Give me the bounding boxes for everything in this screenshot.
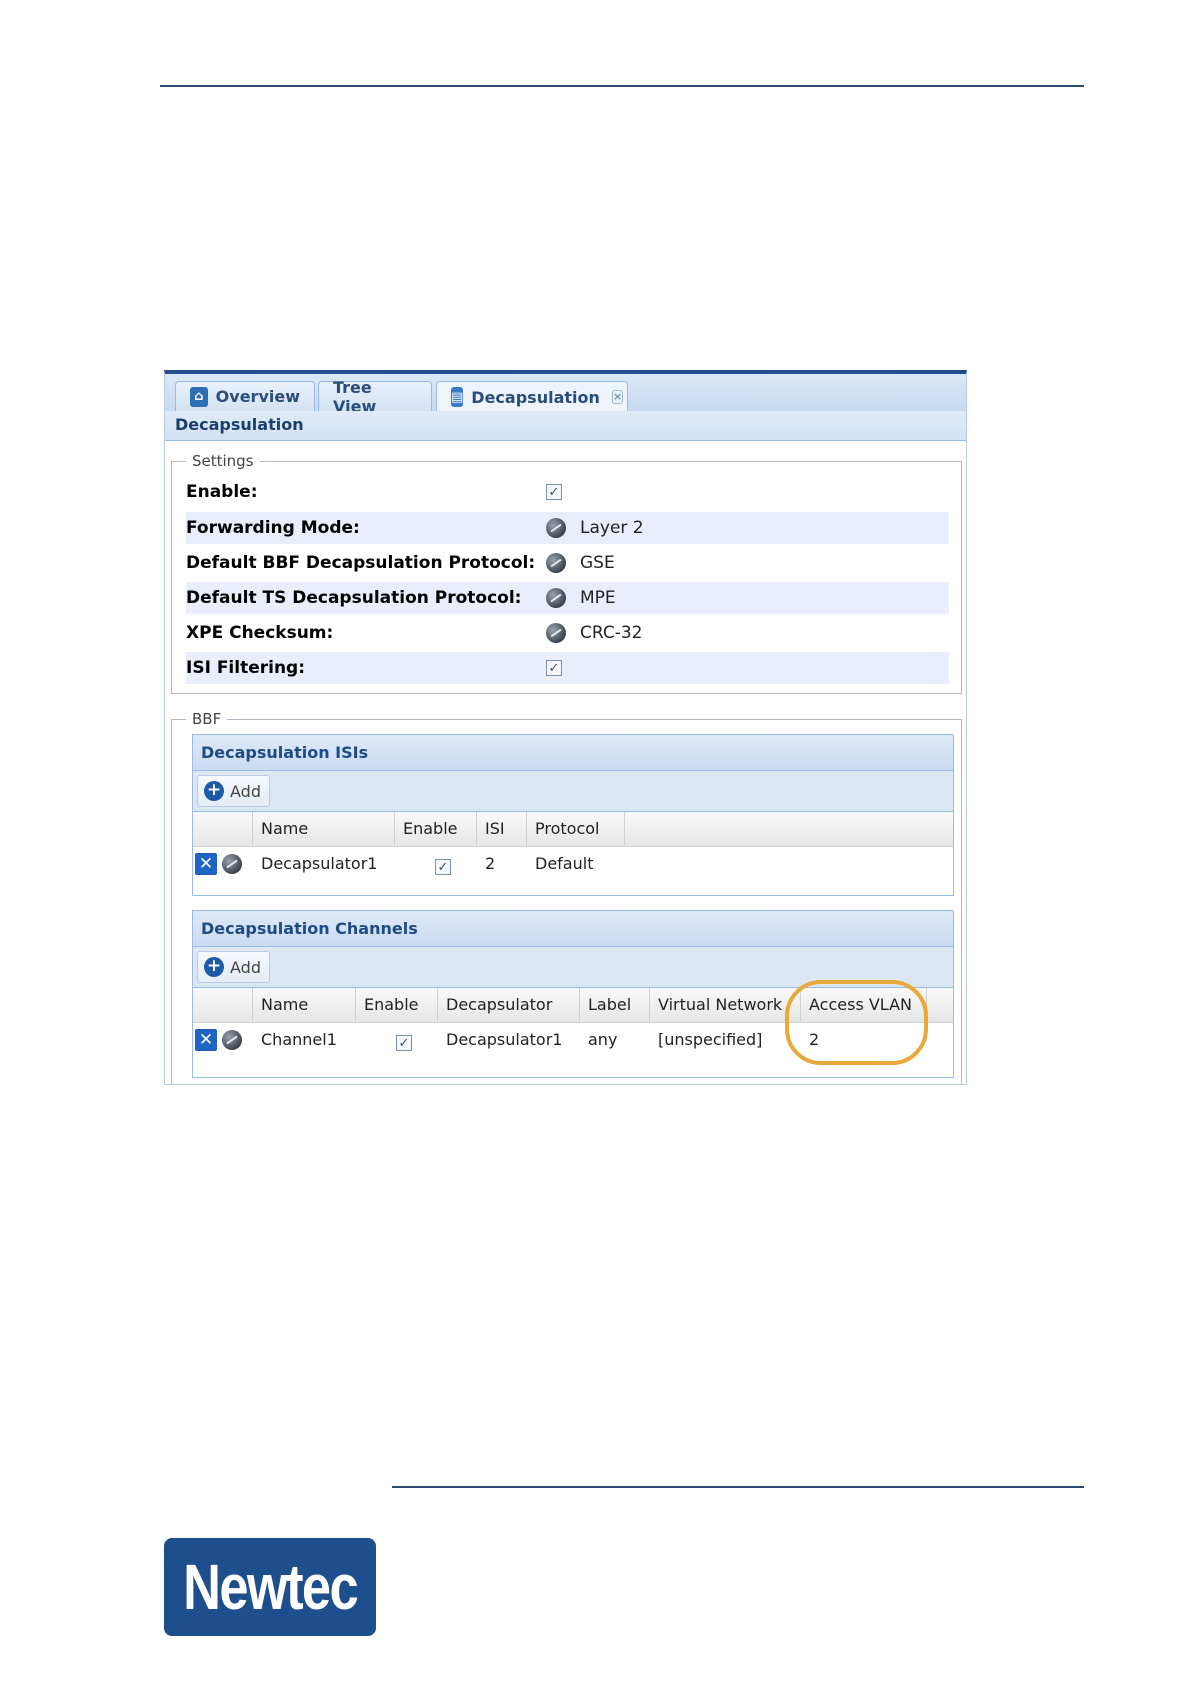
isis-grid: Decapsulation ISIs + Add Name Enable ISI…	[192, 734, 954, 896]
tab-decapsulation-label: Decapsulation	[471, 387, 600, 407]
setting-row-isi-filtering: ISI Filtering: ✓	[186, 652, 949, 684]
settings-legend: Settings	[186, 452, 260, 470]
tab-decapsulation[interactable]: ▤ Decapsulation ×	[436, 381, 628, 412]
globe-icon[interactable]	[546, 588, 566, 608]
add-isi-button[interactable]: + Add	[197, 775, 270, 807]
bbf-legend: BBF	[186, 710, 228, 728]
column-name[interactable]: Name	[253, 812, 395, 846]
setting-row-ts-protocol: Default TS Decapsulation Protocol: MPE	[186, 582, 949, 614]
setting-label: ISI Filtering:	[186, 658, 306, 678]
tab-overview[interactable]: ⌂ Overview	[175, 381, 315, 411]
setting-row-xpe-checksum: XPE Checksum: CRC-32	[186, 617, 949, 649]
settings-fieldset: Settings Enable: ✓ Forwarding Mode: Laye…	[171, 452, 962, 694]
setting-value[interactable]: GSE	[580, 553, 615, 573]
setting-label: Enable:	[186, 482, 258, 502]
cell-isi: 2	[485, 854, 496, 873]
panel-title: Decapsulation	[165, 411, 966, 441]
cell-decapsulator: Decapsulator1	[446, 1030, 563, 1049]
setting-row-bbf-protocol: Default BBF Decapsulation Protocol: GSE	[186, 547, 949, 579]
logo-text: Newtec	[183, 1551, 359, 1623]
column-enable[interactable]: Enable	[356, 988, 438, 1022]
isis-column-header: Name Enable ISI Protocol	[193, 812, 953, 847]
isi-filtering-checkbox[interactable]: ✓	[546, 660, 562, 676]
plus-icon: +	[204, 781, 224, 801]
enable-checkbox[interactable]: ✓	[546, 484, 562, 500]
add-label: Add	[230, 781, 261, 801]
setting-label: Default TS Decapsulation Protocol:	[186, 588, 522, 608]
channels-grid-title: Decapsulation Channels	[193, 911, 953, 947]
tab-bar: ⌂ Overview Tree View ▤ Decapsulation ×	[165, 374, 966, 416]
decapsulation-window: ⌂ Overview Tree View ▤ Decapsulation × D…	[164, 370, 967, 1085]
cell-name: Decapsulator1	[261, 854, 378, 873]
close-icon[interactable]: ×	[611, 390, 624, 404]
tab-tree-view[interactable]: Tree View	[318, 378, 432, 416]
enable-checkbox[interactable]: ✓	[435, 859, 451, 875]
column-isi[interactable]: ISI	[477, 812, 527, 846]
setting-label: Default BBF Decapsulation Protocol:	[186, 553, 536, 573]
add-channel-button[interactable]: + Add	[197, 951, 270, 983]
cell-enable: ✓	[427, 847, 451, 881]
column-name[interactable]: Name	[253, 988, 356, 1022]
column-enable[interactable]: Enable	[395, 812, 477, 846]
delete-icon[interactable]: ✕	[195, 1029, 217, 1051]
enable-checkbox[interactable]: ✓	[396, 1035, 412, 1051]
header-rule	[160, 85, 1084, 87]
column-actions	[193, 812, 253, 846]
cell-protocol: Default	[535, 854, 594, 873]
document-icon: ▤	[451, 387, 464, 407]
globe-icon[interactable]	[546, 518, 566, 538]
cell-virtual-network: [unspecified]	[658, 1030, 763, 1049]
footer-rule	[392, 1486, 1084, 1488]
setting-row-enable: Enable: ✓	[186, 476, 949, 508]
access-vlan-highlight	[785, 980, 928, 1065]
cell-enable: ✓	[388, 1023, 412, 1057]
setting-value[interactable]: CRC-32	[580, 623, 642, 643]
isis-grid-title: Decapsulation ISIs	[193, 735, 953, 771]
cell-name: Channel1	[261, 1030, 337, 1049]
column-label[interactable]: Label	[580, 988, 650, 1022]
setting-row-forwarding-mode: Forwarding Mode: Layer 2	[186, 512, 949, 544]
newtec-logo: Newtec	[164, 1538, 376, 1636]
setting-value[interactable]: MPE	[580, 588, 616, 608]
setting-label: XPE Checksum:	[186, 623, 334, 643]
plus-icon: +	[204, 957, 224, 977]
tab-tree-view-label: Tree View	[333, 377, 377, 416]
home-icon: ⌂	[190, 386, 208, 407]
isis-toolbar: + Add	[193, 771, 953, 812]
cell-label: any	[588, 1030, 618, 1049]
delete-icon[interactable]: ✕	[195, 853, 217, 875]
globe-icon[interactable]	[546, 623, 566, 643]
setting-value[interactable]: Layer 2	[580, 518, 644, 538]
column-actions	[193, 988, 253, 1022]
globe-icon[interactable]	[546, 553, 566, 573]
column-decapsulator[interactable]: Decapsulator	[438, 988, 580, 1022]
column-protocol[interactable]: Protocol	[527, 812, 625, 846]
tab-overview-label: Overview	[215, 387, 300, 406]
column-virtual-network[interactable]: Virtual Network	[650, 988, 801, 1022]
globe-icon[interactable]	[222, 854, 242, 874]
table-row[interactable]: ✕ Decapsulator1 ✓ 2 Default	[193, 847, 953, 881]
setting-label: Forwarding Mode:	[186, 518, 360, 538]
globe-icon[interactable]	[222, 1030, 242, 1050]
add-label: Add	[230, 957, 261, 977]
